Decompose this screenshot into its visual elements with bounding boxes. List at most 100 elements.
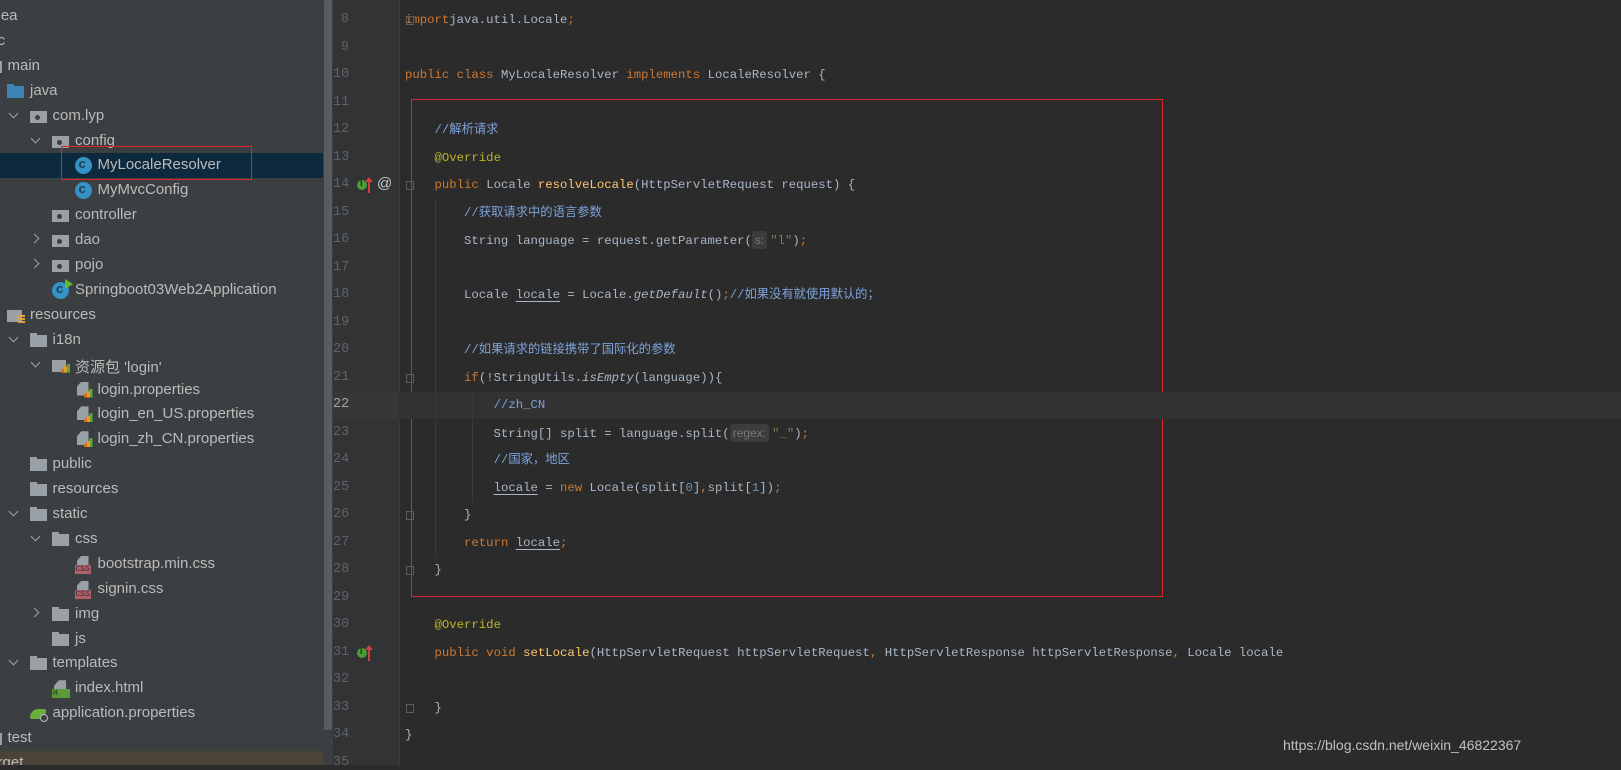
line-number: 27 <box>333 534 350 550</box>
line-number: 22 <box>333 397 350 412</box>
chevron-down-icon[interactable] <box>10 110 19 119</box>
tree-item[interactable]: static <box>0 502 323 527</box>
fold-marker-icon[interactable] <box>406 373 414 383</box>
chevron-right-icon[interactable] <box>32 259 41 268</box>
code-token: //如果请求的链接携带了国际化的参数 <box>464 343 676 357</box>
tree-item[interactable]: CSS bootstrap.min.css <box>0 552 323 577</box>
code-line[interactable]: if(!StringUtils.isEmpty(language)){ <box>405 365 722 392</box>
tree-item[interactable]: MyMvcConfig <box>0 178 323 203</box>
code-line[interactable]: //获取请求中的语言参数 <box>405 200 602 227</box>
code-line[interactable]: } <box>405 502 471 529</box>
folder-icon <box>29 481 48 497</box>
tree-item[interactable]: templates <box>0 651 323 676</box>
chevron-down-icon[interactable] <box>10 508 19 517</box>
chevron-down-icon[interactable] <box>32 135 41 144</box>
tree-item[interactable]: js <box>0 627 323 652</box>
code-line[interactable]: return locale; <box>405 530 567 557</box>
code-token: //如果没有就使用默认的； <box>729 288 880 302</box>
current-line-highlight <box>399 392 1621 419</box>
code-line[interactable]: //国家，地区 <box>405 447 570 474</box>
code-line[interactable]: Locale locale = Locale.getDefault();//如果… <box>405 282 880 309</box>
chevron-right-icon[interactable] <box>32 608 41 617</box>
chevron-down-icon[interactable] <box>10 657 19 666</box>
tree-item-label: login.properties <box>97 380 201 398</box>
tree-item[interactable]: login.properties <box>0 378 323 403</box>
tree-item[interactable]: resources <box>0 477 323 502</box>
css-file-icon: CSS <box>74 556 93 574</box>
tree-item[interactable]: css <box>0 527 323 552</box>
override-arrow-icon[interactable] <box>365 177 373 193</box>
override-arrow-icon[interactable] <box>365 644 373 661</box>
package-icon <box>52 207 70 223</box>
tree-item[interactable]: Hindex.html <box>0 676 323 701</box>
tree-item[interactable]: main <box>0 54 323 79</box>
tree-item[interactable]: .idea <box>0 4 323 29</box>
line-number: 19 <box>333 314 350 330</box>
tree-item[interactable]: application.properties <box>0 701 323 726</box>
tree-item-label: controller <box>75 206 137 224</box>
project-tree-scrollbar-thumb[interactable] <box>324 0 332 730</box>
package-icon <box>29 108 48 124</box>
parameter-hint: s: <box>751 231 768 249</box>
line-number: 18 <box>333 287 350 302</box>
fold-marker-icon[interactable] <box>406 566 414 575</box>
line-number: 16 <box>333 232 350 247</box>
tree-item[interactable]: 资源包 'login' <box>0 353 323 378</box>
code-line[interactable]: @Override <box>405 612 501 639</box>
code-line[interactable]: public void setLocale(HttpServletRequest… <box>405 640 1284 667</box>
line-number: 11 <box>333 94 350 110</box>
code-line[interactable]: locale = new Locale(split[0],split[1]); <box>405 475 782 502</box>
tree-item[interactable]: java <box>0 79 323 104</box>
tree-item[interactable]: CSS signin.css <box>0 577 323 602</box>
at-annotation-icon[interactable]: @ <box>377 175 392 192</box>
code-line[interactable]: //如果请求的链接携带了国际化的参数 <box>405 337 676 364</box>
fold-marker-icon[interactable] <box>406 511 414 520</box>
tree-item[interactable]: i18n <box>0 328 323 353</box>
code-line[interactable]: public Locale resolveLocale(HttpServletR… <box>405 172 856 199</box>
tree-item[interactable]: src <box>0 29 323 54</box>
chevron-right-icon[interactable] <box>32 234 41 243</box>
tree-item[interactable]: login_zh_CN.properties <box>0 427 323 452</box>
chevron-down-icon[interactable] <box>10 334 19 343</box>
code-token: //zh_CN <box>493 398 546 412</box>
tree-item[interactable]: dao <box>0 228 323 253</box>
tree-item-label: resources <box>52 480 119 498</box>
tree-item[interactable]: Springboot03Web2Application <box>0 278 323 303</box>
code-token: Locale locale <box>1187 645 1284 660</box>
code-line[interactable]: @Override <box>405 145 501 172</box>
code-token: resolveLocale <box>537 178 634 192</box>
spring-properties-icon <box>29 705 48 723</box>
code-line[interactable]: public class MyLocaleResolver implements… <box>405 62 826 89</box>
tree-item[interactable]: com.lyp <box>0 104 323 129</box>
fold-marker-icon[interactable] <box>406 16 414 25</box>
tree-item[interactable]: test <box>0 726 323 751</box>
chevron-down-icon[interactable] <box>32 533 41 542</box>
fold-marker-icon[interactable] <box>406 181 414 190</box>
tree-item[interactable]: img <box>0 602 323 627</box>
code-line[interactable]: importjava.util.Locale; <box>405 7 575 34</box>
code-token: Locale(split[ <box>589 480 686 495</box>
code-line[interactable]: String language = request.getParameter(s… <box>405 227 807 254</box>
line-number: 35 <box>333 754 350 770</box>
folder-icon <box>0 58 3 74</box>
code-line[interactable]: String[] split = language.split(regex: "_… <box>405 420 809 447</box>
code-line[interactable]: //zh_CN <box>405 392 546 419</box>
tree-item[interactable]: pojo <box>0 253 323 278</box>
tree-item[interactable]: controller <box>0 203 323 228</box>
tree-item[interactable]: public <box>0 452 323 477</box>
fold-marker-icon[interactable] <box>406 703 414 713</box>
tree-item-label: com.lyp <box>52 106 105 124</box>
tree-item[interactable]: login_en_US.properties <box>0 402 323 427</box>
code-line[interactable]: //解析请求 <box>405 117 499 144</box>
code-token: setLocale <box>523 645 590 660</box>
chevron-down-icon[interactable] <box>32 359 41 368</box>
code-line[interactable]: } <box>405 722 412 749</box>
code-token: public void <box>434 645 524 660</box>
tree-item[interactable]: target <box>0 751 323 765</box>
tree-item-label: main <box>7 56 41 74</box>
file-type-badge: CSS <box>74 589 91 599</box>
tree-item[interactable]: resources <box>0 303 323 328</box>
